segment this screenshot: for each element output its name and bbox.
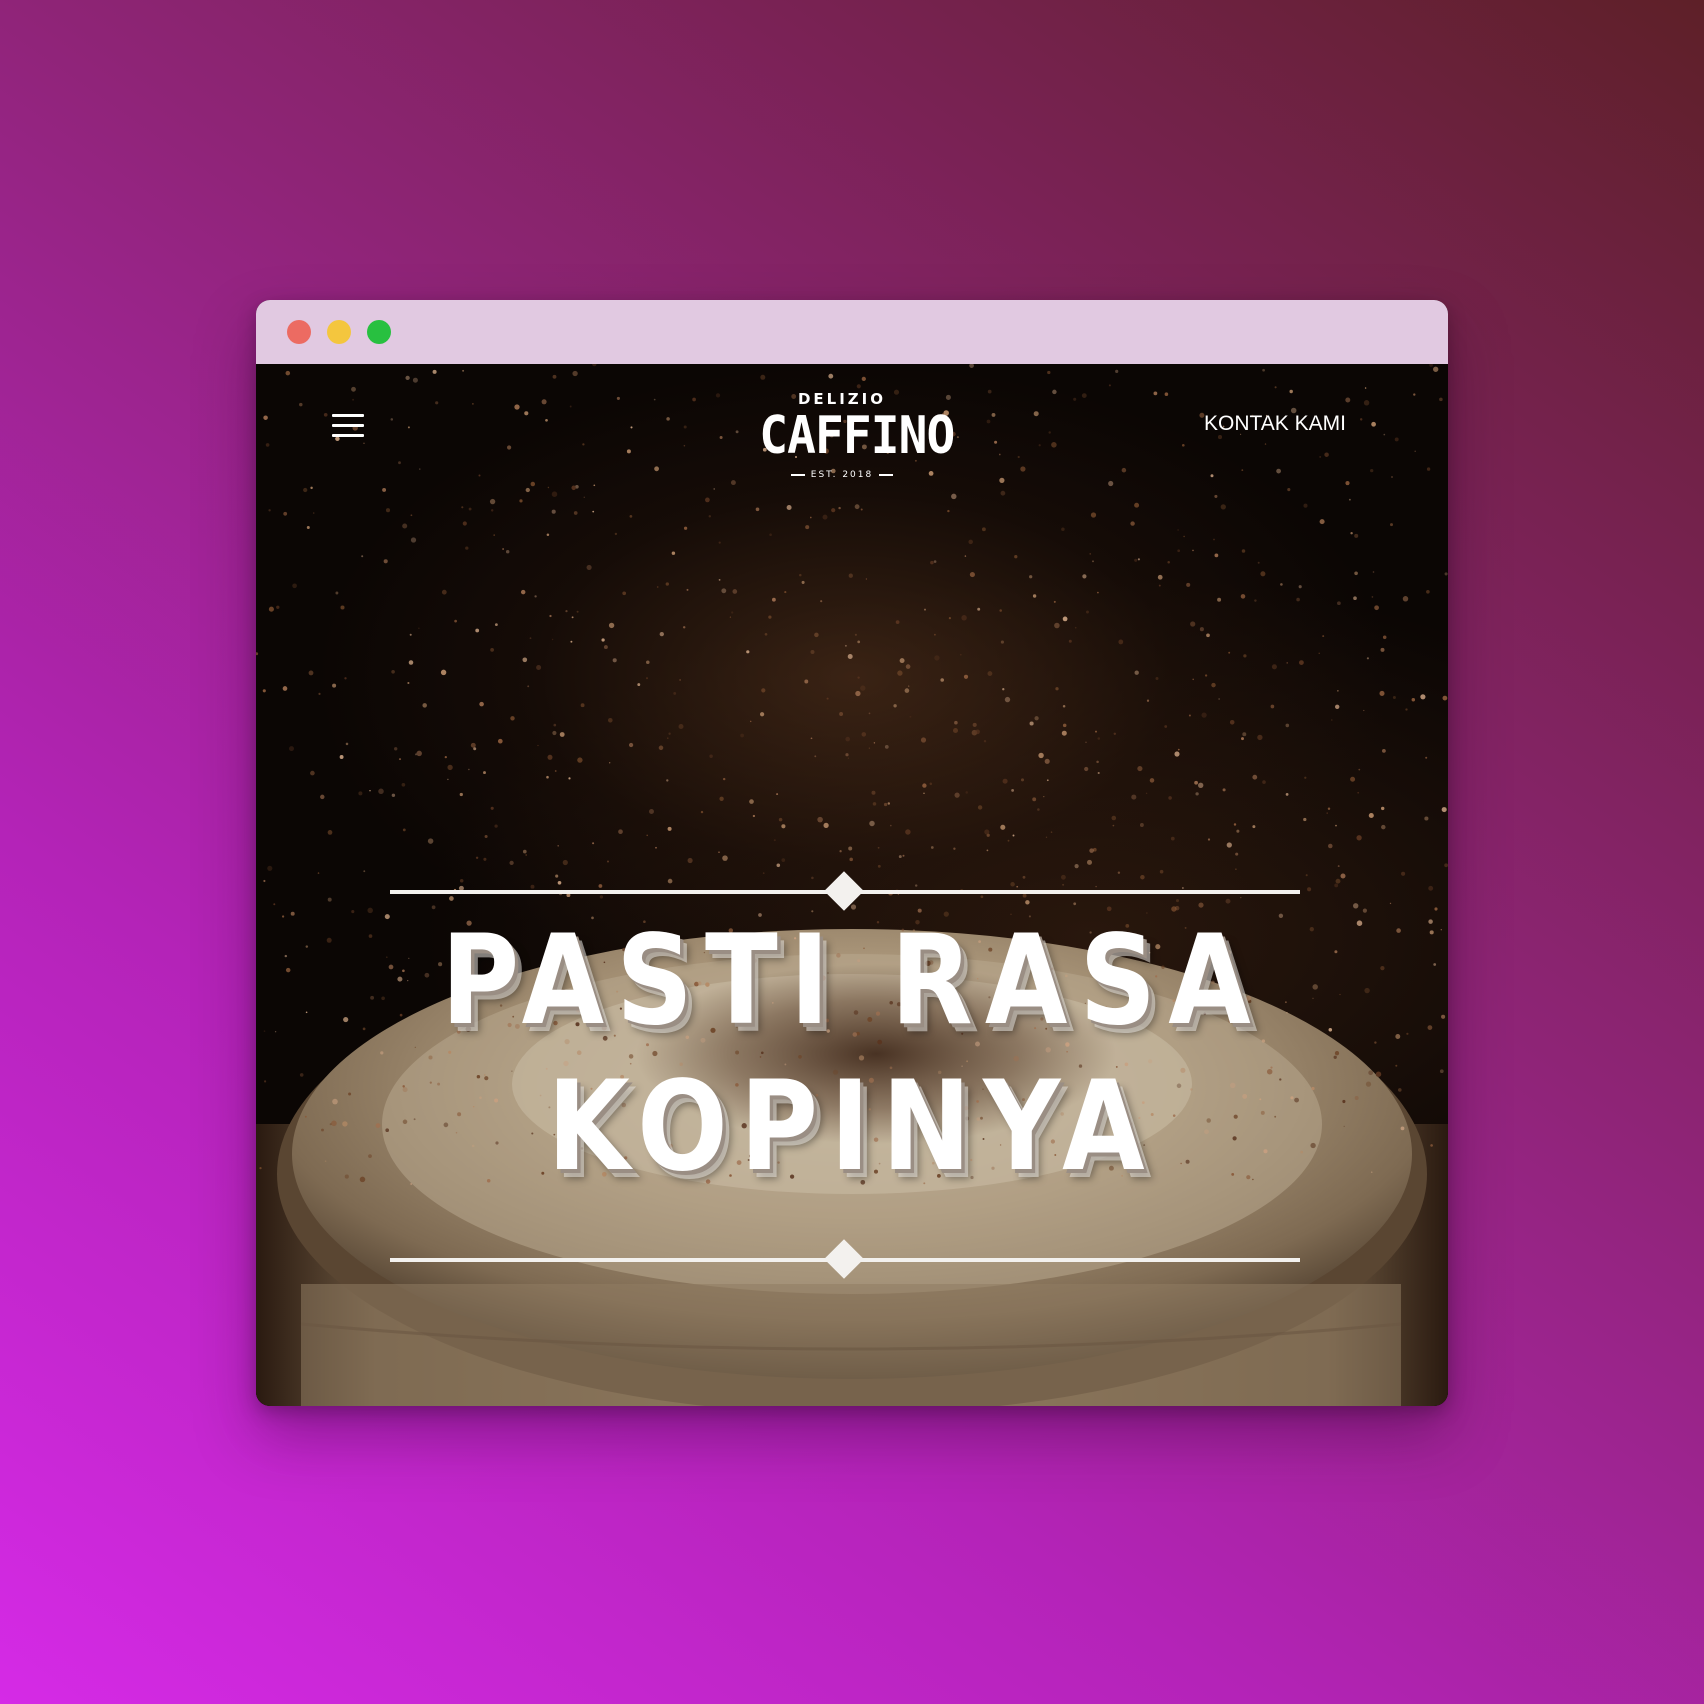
headline-line-2: KOPINYA	[547, 1055, 1157, 1199]
window-titlebar	[256, 300, 1448, 364]
contact-us-link[interactable]: KONTAK KAMI	[1204, 412, 1346, 436]
headline-line-1: PASTI RASA	[441, 909, 1263, 1053]
hero-headline: PASTI RASA KOPINYA	[256, 919, 1448, 1189]
logo-wordmark: CAFFINO	[759, 406, 955, 466]
diamond-ornament-icon	[824, 871, 864, 911]
browser-window: DELIZIO CAFFINO EST. 2018 KONTAK KAMI PA…	[256, 300, 1448, 1406]
headline-divider-bottom	[390, 1239, 1300, 1280]
logo-established: EST. 2018	[752, 470, 932, 480]
headline-divider-top	[390, 871, 1300, 912]
minimize-window-button[interactable]	[327, 320, 351, 344]
hero-section: DELIZIO CAFFINO EST. 2018 KONTAK KAMI PA…	[256, 364, 1448, 1406]
hamburger-menu-icon[interactable]	[332, 414, 364, 438]
diamond-ornament-icon	[824, 1239, 864, 1279]
close-window-button[interactable]	[287, 320, 311, 344]
caffino-logo[interactable]: DELIZIO CAFFINO EST. 2018	[752, 384, 955, 494]
maximize-window-button[interactable]	[367, 320, 391, 344]
